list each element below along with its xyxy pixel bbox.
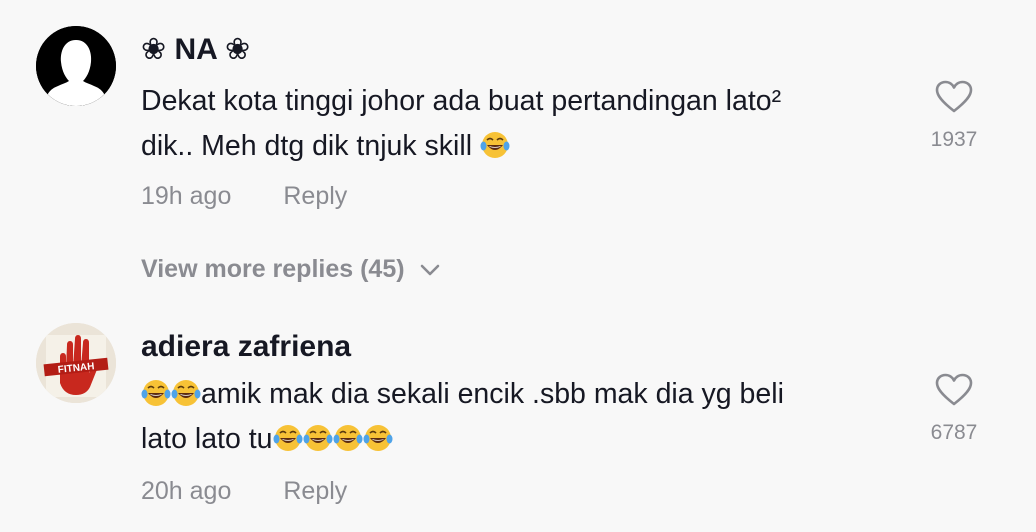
comment-text-fragment: amik mak dia sekali encik .sbb mak dia y… [201, 378, 784, 410]
like-count: 1937 [930, 128, 978, 151]
reply-button[interactable]: Reply [283, 182, 347, 210]
comment-username[interactable]: adiera zafriena [141, 330, 351, 364]
comment-text-line: lato lato tu [141, 417, 901, 462]
comment-item: ❀ NA ❀ Dekat kota tinggi johor ada buat … [0, 0, 1036, 310]
comment-text-line: amik mak dia sekali encik .sbb mak dia y… [141, 372, 901, 417]
tears-of-joy-emoji-icon [302, 424, 333, 452]
chevron-down-icon [420, 264, 439, 275]
comment-text: amik mak dia sekali encik .sbb mak dia y… [141, 372, 901, 462]
user-silhouette-icon [36, 26, 116, 106]
comment-text-line: Dekat kota tinggi johor ada buat pertand… [141, 85, 782, 117]
comment-meta: 20h ago Reply [141, 477, 347, 506]
tears-of-joy-emoji-icon [362, 424, 393, 452]
stop-hand-avatar-icon: FITNAH [36, 323, 116, 403]
comment-text: Dekat kota tinggi johor ada buat pertand… [141, 79, 901, 169]
tears-of-joy-emoji-icon [141, 379, 171, 407]
comment-timestamp: 20h ago [141, 477, 232, 505]
like-control[interactable]: 1937 [924, 80, 984, 152]
avatar[interactable]: FITNAH [36, 323, 116, 403]
reply-button[interactable]: Reply [283, 477, 347, 505]
heart-outline-icon[interactable] [935, 80, 973, 114]
view-more-replies-button[interactable]: View more replies (45) [141, 255, 441, 284]
tears-of-joy-emoji-icon [171, 379, 201, 407]
tears-of-joy-emoji-icon [272, 424, 303, 452]
view-more-replies-label: View more replies (45) [141, 255, 405, 283]
tears-of-joy-emoji-icon [479, 131, 510, 159]
comment-timestamp: 19h ago [141, 182, 232, 210]
like-count: 6787 [930, 421, 978, 444]
avatar[interactable] [36, 26, 116, 106]
tears-of-joy-emoji-icon [332, 424, 363, 452]
heart-outline-icon[interactable] [935, 373, 973, 407]
comment-text-fragment: lato lato tu [141, 423, 273, 455]
like-control[interactable]: 6787 [924, 373, 984, 445]
comment-username[interactable]: ❀ NA ❀ [141, 32, 250, 67]
comment-item: FITNAH adiera zafriena amik mak dia seka… [0, 310, 1036, 532]
comment-meta: 19h ago Reply [141, 182, 347, 211]
comment-text-line: dik.. Meh dtg dik tnjuk skill [141, 124, 901, 169]
comment-text-fragment: dik.. Meh dtg dik tnjuk skill [141, 130, 480, 162]
